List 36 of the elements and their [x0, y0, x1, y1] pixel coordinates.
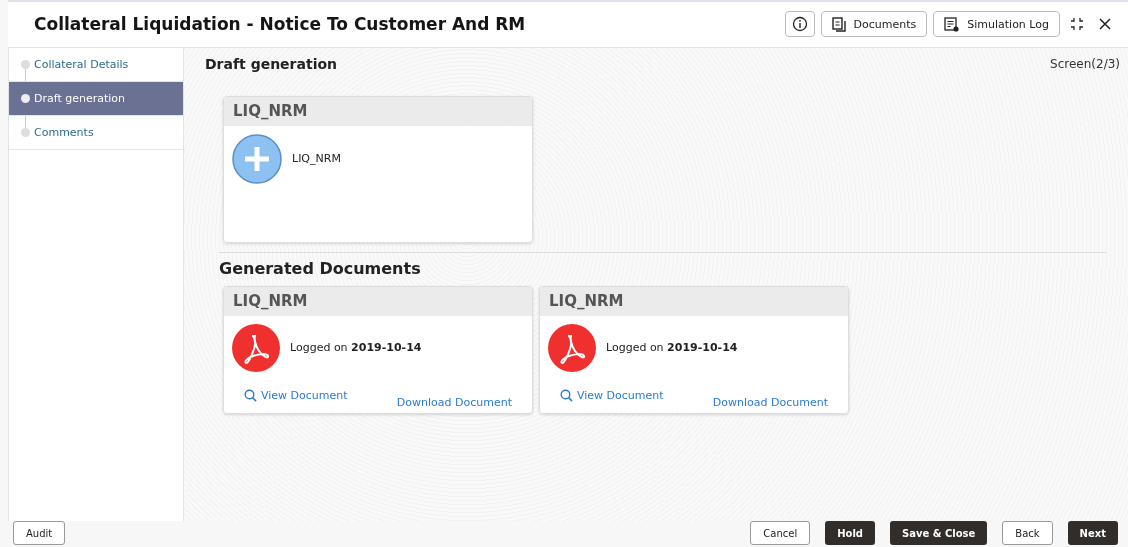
logged-date: Logged on 2019-10-14 [290, 341, 422, 355]
info-icon [791, 16, 808, 33]
pdf-icon [232, 323, 280, 372]
footer-button[interactable]: Audit [13, 521, 66, 545]
window-title: Collateral Liquidation - Notice To Customer And RM [34, 14, 527, 35]
sidebar-item[interactable]: Collateral Details [9, 47, 183, 82]
footer-button[interactable]: Cancel [750, 521, 811, 545]
screen-indicator: Screen(2/3) [1050, 56, 1120, 71]
sidebar-item[interactable]: Draft generation [9, 81, 183, 116]
section-title: Draft generation [205, 55, 338, 72]
card-title: LIQ_NRM [224, 96, 532, 126]
collapse-icon [1070, 17, 1084, 32]
footer-button[interactable]: Next [1067, 521, 1118, 545]
info-button[interactable] [784, 11, 815, 38]
simulation-log-button[interactable]: Simulation Log [933, 11, 1060, 38]
download-document-link[interactable]: Download Document [396, 395, 512, 409]
view-document-link[interactable]: View Document [560, 381, 664, 409]
footer-button[interactable]: Back [1002, 521, 1053, 545]
search-icon [560, 388, 573, 402]
documents-icon [831, 16, 846, 32]
section-heading: Generated Documents [219, 258, 422, 278]
pdf-icon [548, 323, 596, 372]
sidebar-item[interactable]: Comments [9, 115, 183, 150]
card-title: LIQ_NRM [540, 286, 848, 316]
card-title: LIQ_NRM [224, 286, 532, 316]
download-document-link[interactable]: Download Document [712, 395, 828, 409]
template-name: LIQ_NRM [292, 152, 341, 166]
footer-button[interactable]: Save & Close [890, 521, 988, 545]
documents-button[interactable]: Documents [820, 11, 928, 38]
view-document-link[interactable]: View Document [244, 381, 348, 409]
close-icon [1098, 17, 1112, 32]
add-icon[interactable] [232, 133, 282, 184]
logged-date: Logged on 2019-10-14 [606, 341, 738, 355]
search-icon [244, 388, 257, 402]
footer-button[interactable]: Hold [825, 521, 875, 545]
log-icon [944, 16, 960, 32]
